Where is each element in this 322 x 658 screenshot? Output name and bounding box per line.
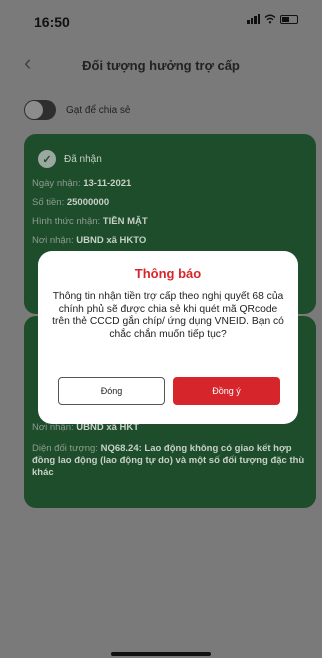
receive-place: Nơi nhận: UBND xã HKTO — [32, 235, 147, 246]
received-date: Ngày nhận: 13-11-2021 — [32, 178, 132, 189]
dialog-title: Thông báo — [134, 266, 202, 281]
close-button[interactable]: Đóng — [58, 377, 165, 405]
wifi-icon — [264, 14, 276, 24]
share-label: Gạt để chia sẻ — [66, 104, 131, 116]
beneficiary-type: Diện đối tượng: NQ68.24: Lao động không … — [32, 443, 305, 478]
status-label: Đã nhận — [64, 153, 102, 165]
toggle-knob — [25, 101, 43, 119]
share-toggle[interactable] — [24, 100, 56, 120]
page-title: Đối tượng hưởng trợ cấp — [82, 58, 240, 73]
status-time: 16:50 — [34, 14, 70, 30]
signal-icon — [247, 14, 260, 24]
share-row: Gạt để chia sẻ — [24, 100, 130, 120]
battery-icon — [280, 14, 298, 24]
receive-method: Hình thức nhận: TIỀN MẶT — [32, 216, 148, 227]
status-icons — [247, 14, 298, 24]
status-bar: 16:50 — [0, 0, 322, 40]
card-status: ✓ Đã nhận — [38, 150, 102, 168]
nav-bar: ‹ Đối tượng hưởng trợ cấp — [0, 44, 322, 80]
notification-dialog: Thông báo Thông tin nhận tiền trợ cấp th… — [38, 251, 298, 424]
amount: Số tiền: 25000000 — [32, 197, 110, 208]
home-indicator — [111, 652, 211, 656]
dialog-message: Thông tin nhận tiền trợ cấp theo nghị qu… — [52, 291, 284, 340]
confirm-button[interactable]: Đồng ý — [173, 377, 280, 405]
check-icon: ✓ — [38, 150, 56, 168]
